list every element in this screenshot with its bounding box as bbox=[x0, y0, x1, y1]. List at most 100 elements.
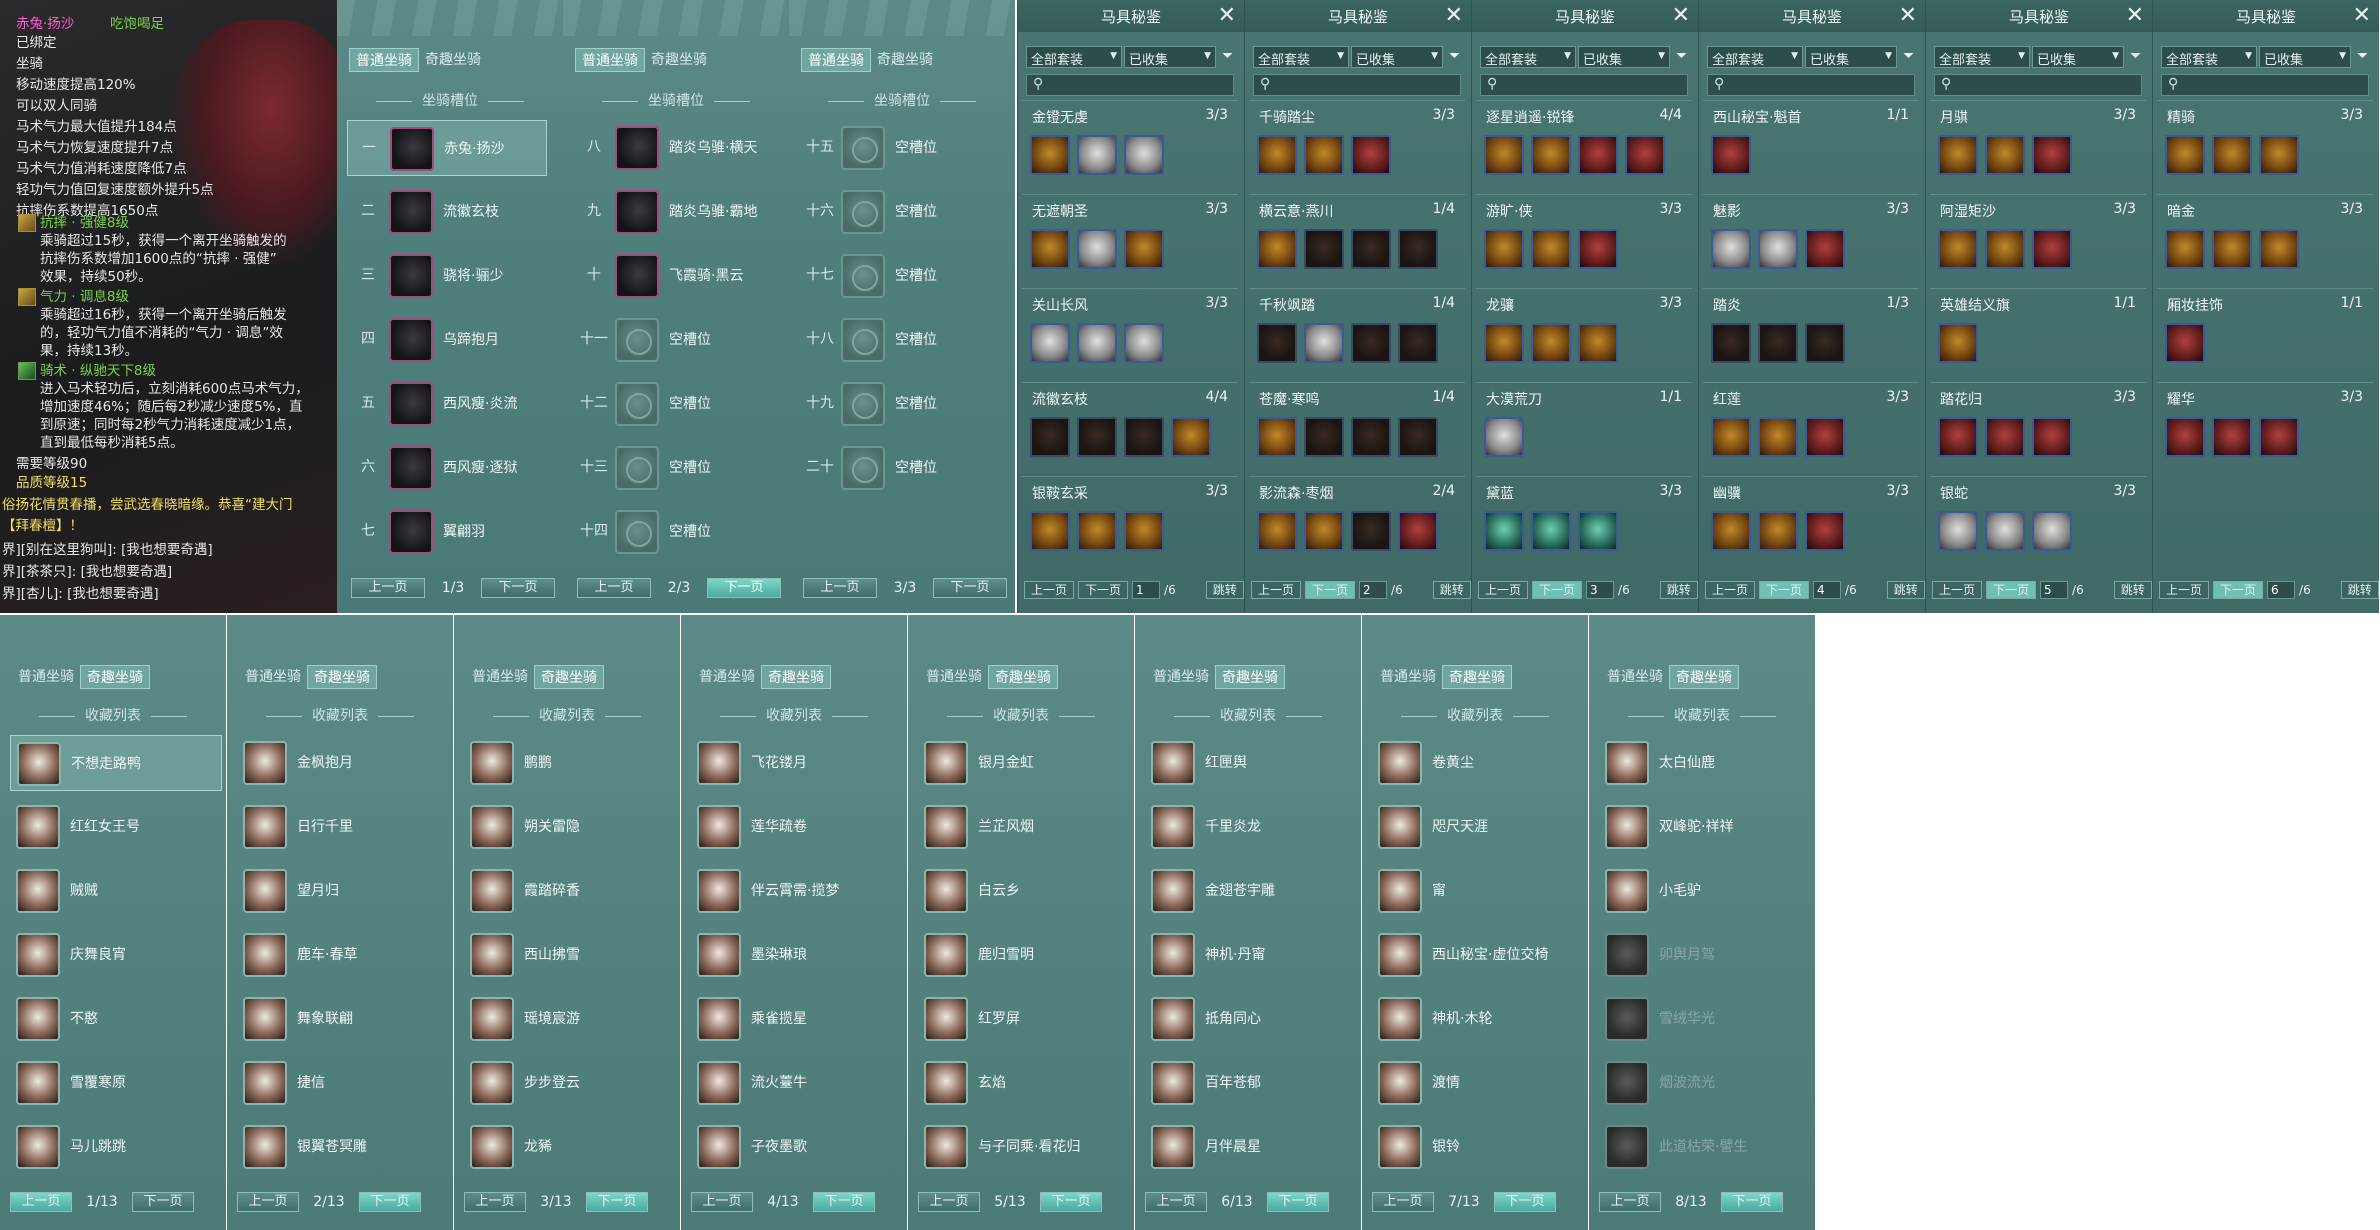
next-page-button[interactable]: 下一页 bbox=[586, 1192, 648, 1212]
prev-page-button[interactable]: 上一页 bbox=[1372, 1192, 1434, 1212]
gear-item-icon[interactable] bbox=[1304, 511, 1344, 551]
page-number-input[interactable]: 2 bbox=[1359, 581, 1388, 599]
collect-filter-select[interactable]: 已收集 bbox=[1351, 46, 1443, 68]
gear-item-icon[interactable] bbox=[1351, 417, 1391, 457]
set-filter-select[interactable]: 全部套装 bbox=[1026, 46, 1122, 68]
tab-fun-mounts[interactable]: 奇趣坐骑 bbox=[871, 48, 939, 72]
prev-page-button[interactable]: 上一页 bbox=[1478, 581, 1529, 599]
jump-button[interactable]: 跳转 bbox=[2113, 581, 2152, 599]
collection-item[interactable]: 金枫抱月 bbox=[237, 735, 449, 791]
collect-filter-select[interactable]: 已收集 bbox=[1578, 46, 1670, 68]
collection-item[interactable]: 不想走路鸭 bbox=[10, 735, 222, 791]
gear-item-icon[interactable] bbox=[1484, 135, 1524, 175]
gear-item-icon[interactable] bbox=[1124, 323, 1164, 363]
search-input[interactable]: ⚲ bbox=[1934, 74, 2142, 96]
gear-set-row[interactable]: 精骑 3/3 bbox=[2157, 100, 2373, 192]
prev-page-button[interactable]: 上一页 bbox=[1145, 1192, 1207, 1212]
gear-item-icon[interactable] bbox=[2165, 323, 2205, 363]
jump-button[interactable]: 跳转 bbox=[1886, 581, 1925, 599]
gear-item-icon[interactable] bbox=[1484, 323, 1524, 363]
mount-slot[interactable]: 二 流徽玄枝 bbox=[347, 184, 547, 240]
gear-set-row[interactable]: 影流森·枣烟 2/4 bbox=[1249, 476, 1465, 568]
gear-set-row[interactable]: 关山长风 3/3 bbox=[1022, 288, 1238, 380]
tab-normal-mounts[interactable]: 普通坐骑 bbox=[239, 665, 307, 689]
collection-item[interactable]: 瑶境宸游 bbox=[464, 991, 676, 1047]
collection-item[interactable]: 太白仙鹿 bbox=[1599, 735, 1811, 791]
mount-slot[interactable]: 四 乌蹄抱月 bbox=[347, 312, 547, 368]
gear-item-icon[interactable] bbox=[1805, 229, 1845, 269]
mount-slot[interactable]: 十九 空槽位 bbox=[799, 376, 999, 432]
gear-item-icon[interactable] bbox=[1578, 135, 1618, 175]
collection-item[interactable]: 金翅苍宇雕 bbox=[1145, 863, 1357, 919]
collection-item[interactable]: 银铃 bbox=[1372, 1119, 1584, 1175]
mount-slot[interactable]: 十 飞霞骑·黑云 bbox=[573, 248, 773, 304]
tab-normal-mounts[interactable]: 普通坐骑 bbox=[349, 48, 419, 72]
tab-fun-mounts[interactable]: 奇趣坐骑 bbox=[1442, 665, 1512, 689]
gear-item-icon[interactable] bbox=[2212, 135, 2252, 175]
collection-item[interactable]: 银月金虹 bbox=[918, 735, 1130, 791]
gear-item-icon[interactable] bbox=[2032, 511, 2072, 551]
next-page-button[interactable]: 下一页 bbox=[481, 578, 555, 598]
gear-item-icon[interactable] bbox=[1531, 135, 1571, 175]
gear-item-icon[interactable] bbox=[1938, 323, 1978, 363]
mount-slot[interactable]: 九 踏炎乌骓·霸地 bbox=[573, 184, 773, 240]
gear-set-row[interactable]: 逐星逍遥·锐锋 4/4 bbox=[1476, 100, 1692, 192]
gear-item-icon[interactable] bbox=[1985, 417, 2025, 457]
prev-page-button[interactable]: 上一页 bbox=[577, 578, 651, 598]
collection-item[interactable]: 玄焰 bbox=[918, 1055, 1130, 1111]
collection-item[interactable]: 双峰驼·祥祥 bbox=[1599, 799, 1811, 855]
search-input[interactable]: ⚲ bbox=[1026, 74, 1234, 96]
collection-item[interactable]: 千里炎龙 bbox=[1145, 799, 1357, 855]
collection-item[interactable]: 小毛驴 bbox=[1599, 863, 1811, 919]
gear-item-icon[interactable] bbox=[1077, 417, 1117, 457]
tab-normal-mounts[interactable]: 普通坐骑 bbox=[466, 665, 534, 689]
collection-item[interactable]: 庆舞良宵 bbox=[10, 927, 222, 983]
mount-slot[interactable]: 七 翼翩羽 bbox=[347, 504, 547, 560]
gear-set-row[interactable]: 幽骥 3/3 bbox=[1703, 476, 1919, 568]
tab-normal-mounts[interactable]: 普通坐骑 bbox=[693, 665, 761, 689]
gear-set-row[interactable]: 阿湿矩沙 3/3 bbox=[1930, 194, 2146, 286]
next-page-button[interactable]: 下一页 bbox=[1494, 1192, 1556, 1212]
next-page-button[interactable]: 下一页 bbox=[1759, 581, 1810, 599]
collection-item[interactable]: 飞花镂月 bbox=[691, 735, 903, 791]
tab-normal-mounts[interactable]: 普通坐骑 bbox=[801, 48, 871, 72]
mount-slot[interactable]: 一 赤兔·扬沙 bbox=[347, 120, 547, 176]
collection-item[interactable]: 伴云霄需·揽梦 bbox=[691, 863, 903, 919]
next-page-button[interactable]: 下一页 bbox=[1721, 1192, 1783, 1212]
gear-set-row[interactable]: 千骑踏尘 3/3 bbox=[1249, 100, 1465, 192]
mount-slot[interactable]: 十八 空槽位 bbox=[799, 312, 999, 368]
gear-set-row[interactable]: 游旷·侠 3/3 bbox=[1476, 194, 1692, 286]
gear-item-icon[interactable] bbox=[1304, 229, 1344, 269]
gear-item-icon[interactable] bbox=[1938, 511, 1978, 551]
page-number-input[interactable]: 1 bbox=[1132, 581, 1161, 599]
collection-item[interactable]: 日行千里 bbox=[237, 799, 449, 855]
collection-item[interactable]: 咫尺天涯 bbox=[1372, 799, 1584, 855]
mount-slot[interactable]: 十一 空槽位 bbox=[573, 312, 773, 368]
collection-item[interactable]: 此道枯荣·譬生 bbox=[1599, 1119, 1811, 1175]
gear-item-icon[interactable] bbox=[1351, 135, 1391, 175]
filter-icon[interactable]: ⏷ bbox=[1222, 48, 1233, 64]
page-number-input[interactable]: 3 bbox=[1586, 581, 1615, 599]
collection-item[interactable]: 马儿跳跳 bbox=[10, 1119, 222, 1175]
gear-set-row[interactable]: 金镫无虔 3/3 bbox=[1022, 100, 1238, 192]
gear-item-icon[interactable] bbox=[1077, 323, 1117, 363]
filter-icon[interactable]: ⏷ bbox=[1903, 48, 1914, 64]
gear-set-row[interactable]: 厢妆挂饰 1/1 bbox=[2157, 288, 2373, 380]
gear-item-icon[interactable] bbox=[1304, 323, 1344, 363]
set-filter-select[interactable]: 全部套装 bbox=[1707, 46, 1803, 68]
gear-item-icon[interactable] bbox=[2212, 417, 2252, 457]
gear-item-icon[interactable] bbox=[1030, 229, 1070, 269]
gear-set-row[interactable]: 无遮朝圣 3/3 bbox=[1022, 194, 1238, 286]
next-page-button[interactable]: 下一页 bbox=[1305, 581, 1356, 599]
collection-item[interactable]: 月伴晨星 bbox=[1145, 1119, 1357, 1175]
next-page-button[interactable]: 下一页 bbox=[1078, 581, 1129, 599]
mount-slot[interactable]: 三 骁将·骊少 bbox=[347, 248, 547, 304]
gear-item-icon[interactable] bbox=[1398, 229, 1438, 269]
gear-item-icon[interactable] bbox=[2165, 135, 2205, 175]
gear-item-icon[interactable] bbox=[1805, 417, 1845, 457]
gear-item-icon[interactable] bbox=[1985, 229, 2025, 269]
gear-item-icon[interactable] bbox=[1171, 417, 1211, 457]
tab-normal-mounts[interactable]: 普通坐骑 bbox=[12, 665, 80, 689]
gear-item-icon[interactable] bbox=[2165, 229, 2205, 269]
gear-set-row[interactable]: 西山秘宝·魁首 1/1 bbox=[1703, 100, 1919, 192]
